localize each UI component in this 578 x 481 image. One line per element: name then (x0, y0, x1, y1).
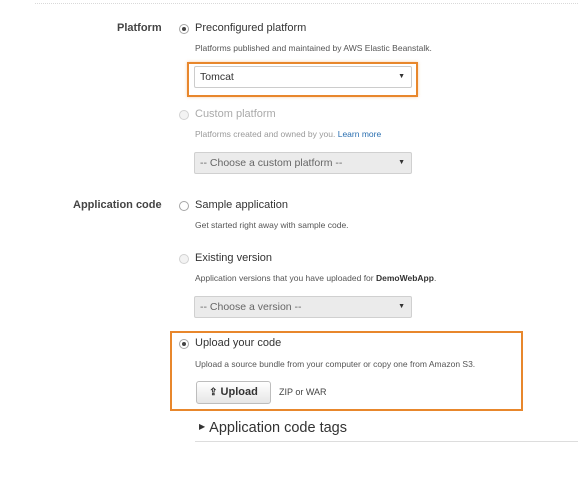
custom-platform-description-text: Platforms created and owned by you. (195, 129, 336, 139)
radio-upload-code[interactable] (179, 339, 189, 349)
radio-custom-platform[interactable] (179, 110, 189, 120)
preconfigured-platform-description: Platforms published and maintained by AW… (195, 43, 432, 53)
existing-version-select[interactable]: -- Choose a version -- ▼ (194, 296, 412, 318)
existing-version-app-name: DemoWebApp (376, 273, 434, 283)
upload-button[interactable]: ⇪ Upload (196, 381, 271, 404)
radio-preconfigured-platform[interactable] (179, 24, 189, 34)
upload-code-description: Upload a source bundle from your compute… (195, 359, 476, 369)
existing-version-description-prefix: Application versions that you have uploa… (195, 273, 374, 283)
platform-select-value: Tomcat (200, 71, 234, 83)
custom-platform-select-value: -- Choose a custom platform -- (200, 157, 343, 169)
existing-version-description: Application versions that you have uploa… (195, 273, 436, 283)
sample-application-title[interactable]: Sample application (195, 199, 288, 211)
upload-file-type-hint: ZIP or WAR (279, 387, 327, 397)
application-code-tags-toggle[interactable]: ▶ Application code tags (199, 420, 347, 436)
tags-divider (195, 441, 578, 442)
caret-down-icon: ▼ (398, 159, 405, 166)
upload-button-label: Upload (220, 386, 258, 398)
custom-platform-description: Platforms created and owned by you. Lear… (195, 129, 381, 139)
preconfigured-platform-title[interactable]: Preconfigured platform (195, 22, 306, 34)
existing-version-select-value: -- Choose a version -- (200, 301, 302, 313)
application-code-tags-label: Application code tags (209, 420, 347, 436)
custom-platform-select[interactable]: -- Choose a custom platform -- ▼ (194, 152, 412, 174)
caret-down-icon: ▼ (398, 73, 405, 80)
platform-label: Platform (117, 22, 162, 34)
top-divider (35, 3, 578, 4)
platform-select[interactable]: Tomcat ▼ (194, 66, 412, 88)
custom-platform-title[interactable]: Custom platform (195, 108, 276, 120)
existing-version-description-suffix: . (433, 273, 437, 283)
caret-right-icon: ▶ (199, 421, 206, 431)
existing-version-title[interactable]: Existing version (195, 252, 272, 264)
radio-existing-version[interactable] (179, 254, 189, 264)
application-code-label: Application code (73, 199, 162, 211)
radio-sample-application[interactable] (179, 201, 189, 211)
upload-icon: ⇪ (209, 387, 218, 398)
sample-application-description: Get started right away with sample code. (195, 220, 349, 230)
learn-more-link[interactable]: Learn more (338, 129, 381, 139)
upload-code-title[interactable]: Upload your code (195, 337, 281, 349)
caret-down-icon: ▼ (398, 303, 405, 310)
